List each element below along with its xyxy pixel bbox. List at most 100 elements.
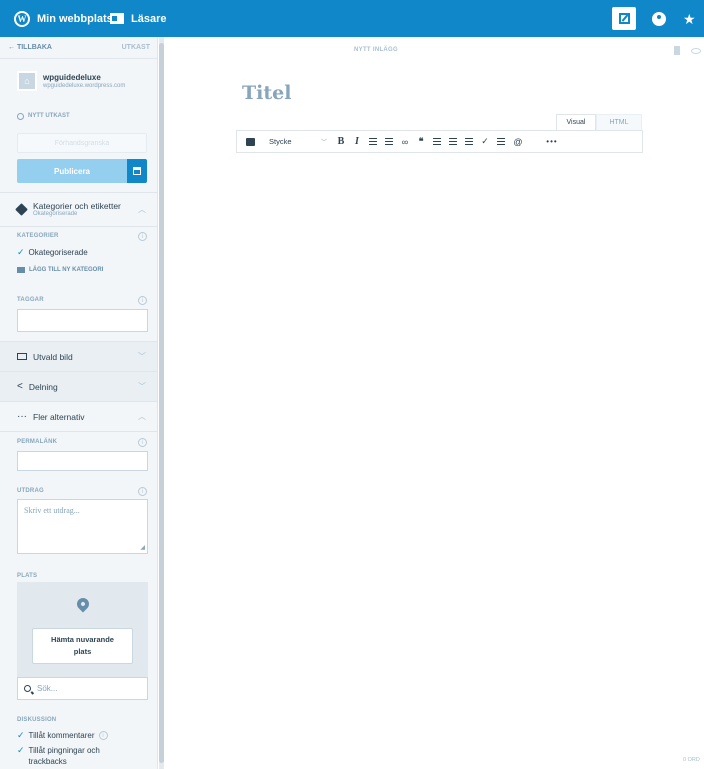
edit-icon	[618, 13, 630, 24]
image-icon	[17, 353, 27, 360]
info-icon[interactable]: i	[138, 296, 147, 305]
allow-pings-label: Tillåt pingningar och trackbacks	[28, 746, 100, 766]
wordpress-logo-icon: W	[14, 10, 30, 27]
info-icon[interactable]: i	[138, 438, 147, 447]
folder-icon	[17, 267, 25, 273]
featured-image-label: Utvald bild	[33, 351, 73, 362]
tags-label: TAGGAR	[17, 297, 44, 303]
italic-button[interactable]: I	[349, 130, 365, 153]
location-map: Hämta nuvarande plats	[17, 582, 148, 677]
align-left-icon	[433, 138, 441, 145]
allow-pings-checkbox[interactable]: ✓ Tillåt pingningar och trackbacks	[17, 745, 137, 767]
new-draft-link[interactable]: NYTT UTKAST	[0, 110, 157, 122]
editor-toolbar: Stycke ﹀ B I ∞ ❝ ✓ @ •••	[236, 130, 643, 153]
bullet-list-icon	[369, 138, 377, 145]
tab-html[interactable]: HTML	[596, 114, 642, 130]
site-home-icon: ⌂	[17, 71, 37, 91]
post-status: UTKAST	[121, 44, 150, 51]
link-button[interactable]: ∞	[397, 130, 413, 153]
chevron-down-icon: ﹀	[320, 140, 327, 146]
site-url: wpguidedeluxe.wordpress.com	[43, 83, 126, 89]
categories-subtitle: Okategoriserade	[33, 211, 78, 217]
blockquote-button[interactable]: ❝	[413, 130, 429, 153]
numbered-list-button[interactable]	[381, 130, 397, 153]
tab-visual[interactable]: Visual	[556, 114, 596, 130]
categories-title: Kategorier och etiketter	[33, 201, 121, 211]
spellcheck-button[interactable]: ✓	[477, 130, 493, 153]
reader-link[interactable]: Läsare	[110, 0, 166, 37]
sidebar-scrollbar[interactable]	[159, 37, 164, 769]
format-select[interactable]: Stycke ﹀	[263, 130, 333, 153]
align-center-button[interactable]	[445, 130, 461, 153]
more-options-header[interactable]: ··· Fler alternativ ︿	[0, 401, 157, 431]
location-search-input[interactable]: Sök...	[17, 677, 148, 700]
ellipsis-icon: ···	[17, 411, 27, 422]
checkmark-icon: ✓	[17, 247, 25, 257]
sharing-header[interactable]: < Delning ﹀	[0, 371, 157, 401]
divider	[0, 226, 157, 227]
more-options-label: Fler alternativ	[33, 411, 85, 422]
link-icon: ∞	[401, 136, 409, 147]
user-avatar-icon[interactable]	[652, 12, 666, 26]
align-right-button[interactable]	[461, 130, 477, 153]
tags-input[interactable]	[17, 309, 148, 332]
publish-button[interactable]: Publicera	[17, 159, 127, 183]
get-location-button[interactable]: Hämta nuvarande plats	[32, 628, 133, 664]
category-checkbox-uncategorized[interactable]: ✓ Okategoriserade	[17, 247, 88, 258]
excerpt-textarea[interactable]: Skriv ett utdrag... ◢	[17, 499, 148, 554]
search-icon	[24, 685, 31, 692]
back-bar: ← TILLBAKA UTKAST	[0, 37, 157, 59]
discussion-label: DISKUSSION	[17, 717, 57, 723]
more-tools-button[interactable]: •••	[527, 130, 577, 153]
chevron-down-icon: ﹀	[138, 352, 146, 361]
contact-form-button[interactable]: @	[509, 130, 527, 153]
read-more-button[interactable]	[493, 130, 509, 153]
info-icon[interactable]: i	[98, 731, 108, 740]
info-icon[interactable]: i	[138, 487, 147, 496]
add-media-button[interactable]	[237, 130, 263, 153]
bullet-list-button[interactable]	[365, 130, 381, 153]
post-type-label: NYTT INLÄGG	[354, 47, 398, 53]
schedule-button[interactable]	[127, 159, 147, 183]
preview-eye-icon[interactable]	[691, 48, 701, 54]
write-post-button[interactable]	[612, 7, 636, 30]
back-button[interactable]: ← TILLBAKA	[8, 44, 52, 51]
resize-handle-icon[interactable]: ◢	[140, 544, 145, 551]
post-title-input[interactable]: Titel	[242, 82, 291, 104]
bookmark-icon[interactable]	[674, 46, 680, 55]
add-category-link[interactable]: LÄGG TILL NY KATEGORI	[17, 267, 103, 273]
spellcheck-icon: ✓	[481, 136, 489, 146]
share-icon: <	[17, 381, 23, 392]
preview-button[interactable]: Förhandsgranska	[17, 133, 147, 153]
chevron-down-icon: ﹀	[138, 382, 146, 391]
site-card[interactable]: ⌂ wpguidedeluxe wpguidedeluxe.wordpress.…	[0, 67, 157, 95]
quote-icon: ❝	[418, 136, 424, 146]
categories-tags-header[interactable]: Kategorier och etiketter Okategoriserade…	[0, 192, 157, 226]
info-icon[interactable]: i	[138, 232, 147, 241]
checkmark-icon: ✓	[17, 730, 25, 740]
category-label: Okategoriserade	[28, 248, 88, 257]
my-site-link[interactable]: W Min webbplats	[14, 0, 113, 37]
allow-comments-checkbox[interactable]: ✓ Tillåt kommentarer i	[17, 730, 108, 741]
masterbar: W Min webbplats Läsare ★	[0, 0, 704, 37]
allow-comments-label: Tillåt kommentarer	[28, 731, 95, 740]
align-center-icon	[449, 138, 457, 145]
notification-icon[interactable]: ★	[683, 11, 696, 28]
permalink-input[interactable]	[17, 451, 148, 471]
reader-icon	[110, 13, 124, 24]
site-name: wpguidedeluxe	[43, 73, 101, 82]
align-right-icon	[465, 138, 473, 145]
checkmark-icon: ✓	[17, 745, 25, 755]
read-more-icon	[497, 138, 505, 145]
bold-button[interactable]: B	[333, 130, 349, 153]
add-category-label: LÄGG TILL NY KATEGORI	[29, 267, 104, 273]
permalink-label: PERMALÄNK	[17, 439, 58, 445]
align-left-button[interactable]	[429, 130, 445, 153]
sharing-label: Delning	[28, 381, 58, 392]
scrollbar-thumb[interactable]	[159, 43, 164, 763]
featured-image-header[interactable]: Utvald bild ﹀	[0, 341, 157, 371]
numbered-list-icon	[385, 138, 393, 145]
chevron-up-icon: ︿	[138, 412, 146, 421]
excerpt-placeholder: Skriv ett utdrag...	[24, 506, 80, 515]
my-site-label: Min webbplats	[37, 12, 113, 25]
